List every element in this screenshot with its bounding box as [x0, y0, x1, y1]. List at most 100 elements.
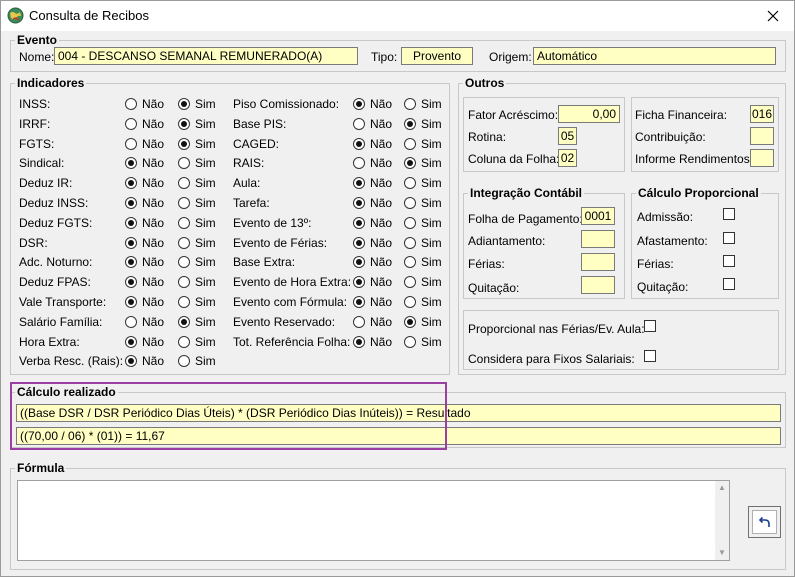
coluna-folha-field[interactable]: 02 [558, 149, 577, 167]
indicador-vale-transporte-nao-radio[interactable] [125, 296, 137, 308]
indicador-aula-sim-radio[interactable] [404, 177, 416, 189]
indicador-piso-comissionado-nao-radio[interactable] [353, 98, 365, 110]
indicador-evento-com-formula-label: Evento com Fórmula: [233, 295, 348, 309]
indicador-hora-extra-sim-radio[interactable] [178, 336, 190, 348]
indicador-evento-de-13-label: Evento de 13º: [233, 216, 312, 230]
admissao-checkbox[interactable] [723, 208, 735, 220]
indicador-deduz-fgts-nao-radio[interactable] [125, 217, 137, 229]
indicador-evento-reservado-sim-radio[interactable] [404, 316, 416, 328]
indicador-evento-de-hora-extra-nao-radio[interactable] [353, 276, 365, 288]
indicador-inss-nao-radio[interactable] [125, 98, 137, 110]
indicador-verba-resc-rais-nao-radio[interactable] [125, 355, 137, 367]
indicador-evento-de-hora-extra-sim-text: Sim [421, 275, 442, 289]
indicador-sindical-nao-radio[interactable] [125, 157, 137, 169]
admissao-label: Admissão: [637, 210, 694, 224]
indicador-rais-nao-radio[interactable] [353, 157, 365, 169]
indicador-deduz-ir-nao-radio[interactable] [125, 177, 137, 189]
indicador-dsr-sim-radio[interactable] [178, 237, 190, 249]
indicador-vale-transporte-label: Vale Transporte: [19, 295, 107, 309]
indicador-evento-de-ferias-label: Evento de Férias: [233, 236, 328, 250]
indicador-evento-de-ferias-sim-radio[interactable] [404, 237, 416, 249]
scroll-down-icon[interactable]: ▼ [718, 549, 726, 557]
informe-rendimentos-field[interactable] [750, 149, 774, 167]
indicador-verba-resc-rais-sim-radio[interactable] [178, 355, 190, 367]
indicador-piso-comissionado-sim-radio[interactable] [404, 98, 416, 110]
indicador-inss-sim-text: Sim [195, 97, 216, 111]
afastamento-checkbox[interactable] [723, 232, 735, 244]
indicador-irrf-nao-radio[interactable] [125, 118, 137, 130]
indicador-evento-de-13-nao-radio[interactable] [353, 217, 365, 229]
indicador-salario-familia-nao-radio[interactable] [125, 316, 137, 328]
ferias-integracao-field[interactable] [581, 253, 615, 271]
indicador-evento-de-ferias-nao-radio[interactable] [353, 237, 365, 249]
indicador-sindical-sim-radio[interactable] [178, 157, 190, 169]
quitacao-proporcional-checkbox[interactable] [723, 278, 735, 290]
fator-acrescimo-field[interactable]: 0,00 [558, 105, 620, 123]
indicador-base-pis-nao-radio[interactable] [353, 118, 365, 130]
indicador-deduz-inss-nao-text: Não [142, 196, 165, 210]
nome-field[interactable]: 004 - DESCANSO SEMANAL REMUNERADO(A) [54, 47, 358, 65]
contribuicao-field[interactable] [750, 127, 774, 145]
origem-field[interactable]: Automático [533, 47, 776, 65]
indicador-evento-de-ferias-sim-text: Sim [421, 236, 442, 250]
adiantamento-field[interactable] [581, 230, 615, 248]
indicador-deduz-inss-nao-radio[interactable] [125, 197, 137, 209]
indicador-evento-de-hora-extra-sim-radio[interactable] [404, 276, 416, 288]
quitacao-integracao-field[interactable] [581, 276, 615, 294]
indicador-base-extra-nao-radio[interactable] [353, 256, 365, 268]
fixos-salariais-checkbox[interactable] [644, 350, 656, 362]
indicador-deduz-fpas-nao-radio[interactable] [125, 276, 137, 288]
indicador-base-extra-sim-radio[interactable] [404, 256, 416, 268]
indicador-evento-de-13-sim-radio[interactable] [404, 217, 416, 229]
consulta-recibos-window: Consulta de Recibos Evento Nome: 004 - D… [0, 0, 795, 577]
indicador-irrf-sim-radio[interactable] [178, 118, 190, 130]
indicador-evento-reservado-sim-text: Sim [421, 315, 442, 329]
proporcional-ferias-label: Proporcional nas Férias/Ev. Aula: [468, 322, 645, 336]
indicador-tot-referencia-folha-nao-radio[interactable] [353, 336, 365, 348]
close-button[interactable] [758, 4, 788, 28]
indicador-tarefa-nao-radio[interactable] [353, 197, 365, 209]
ferias-integracao-label: Férias: [468, 257, 505, 271]
ficha-financeira-field[interactable]: 016 [750, 105, 774, 123]
indicador-adc-noturno-nao-radio[interactable] [125, 256, 137, 268]
indicador-base-pis-sim-radio[interactable] [404, 118, 416, 130]
indicador-caged-nao-radio[interactable] [353, 138, 365, 150]
indicador-adc-noturno-sim-radio[interactable] [178, 256, 190, 268]
indicador-deduz-ir-nao-text: Não [142, 176, 165, 190]
indicador-aula-nao-radio[interactable] [353, 177, 365, 189]
ferias-proporcional-checkbox[interactable] [723, 255, 735, 267]
tipo-label: Tipo: [371, 50, 398, 64]
indicador-rais-sim-radio[interactable] [404, 157, 416, 169]
scroll-up-icon[interactable]: ▲ [718, 484, 726, 492]
indicador-evento-reservado-nao-text: Não [370, 315, 393, 329]
undo-button[interactable] [748, 506, 781, 538]
indicador-deduz-fgts-sim-text: Sim [195, 216, 216, 230]
indicador-deduz-ir-sim-radio[interactable] [178, 177, 190, 189]
indicador-deduz-fgts-sim-radio[interactable] [178, 217, 190, 229]
indicador-fgts-sim-radio[interactable] [178, 138, 190, 150]
indicador-inss-sim-radio[interactable] [178, 98, 190, 110]
tipo-field[interactable]: Provento [401, 47, 473, 65]
indicador-evento-com-formula-sim-radio[interactable] [404, 296, 416, 308]
indicador-evento-com-formula-nao-radio[interactable] [353, 296, 365, 308]
indicador-aula-label: Aula: [233, 176, 261, 190]
rotina-field[interactable]: 05 [558, 127, 577, 145]
indicador-tot-referencia-folha-sim-radio[interactable] [404, 336, 416, 348]
folha-pagamento-field[interactable]: 0001 [581, 207, 615, 225]
indicador-base-pis-sim-text: Sim [421, 117, 442, 131]
indicador-tarefa-sim-radio[interactable] [404, 197, 416, 209]
proporcional-ferias-checkbox[interactable] [644, 320, 656, 332]
indicador-salario-familia-sim-radio[interactable] [178, 316, 190, 328]
indicador-caged-sim-radio[interactable] [404, 138, 416, 150]
indicador-caged-sim-text: Sim [421, 137, 442, 151]
formula-textarea[interactable]: ▲ ▼ [17, 480, 730, 561]
indicador-evento-com-formula-sim-text: Sim [421, 295, 442, 309]
indicador-fgts-nao-radio[interactable] [125, 138, 137, 150]
indicador-deduz-inss-sim-radio[interactable] [178, 197, 190, 209]
indicador-evento-reservado-nao-radio[interactable] [353, 316, 365, 328]
indicador-dsr-nao-radio[interactable] [125, 237, 137, 249]
indicador-hora-extra-nao-radio[interactable] [125, 336, 137, 348]
indicador-vale-transporte-sim-radio[interactable] [178, 296, 190, 308]
formula-scrollbar[interactable]: ▲ ▼ [715, 481, 729, 560]
indicador-deduz-fpas-sim-radio[interactable] [178, 276, 190, 288]
